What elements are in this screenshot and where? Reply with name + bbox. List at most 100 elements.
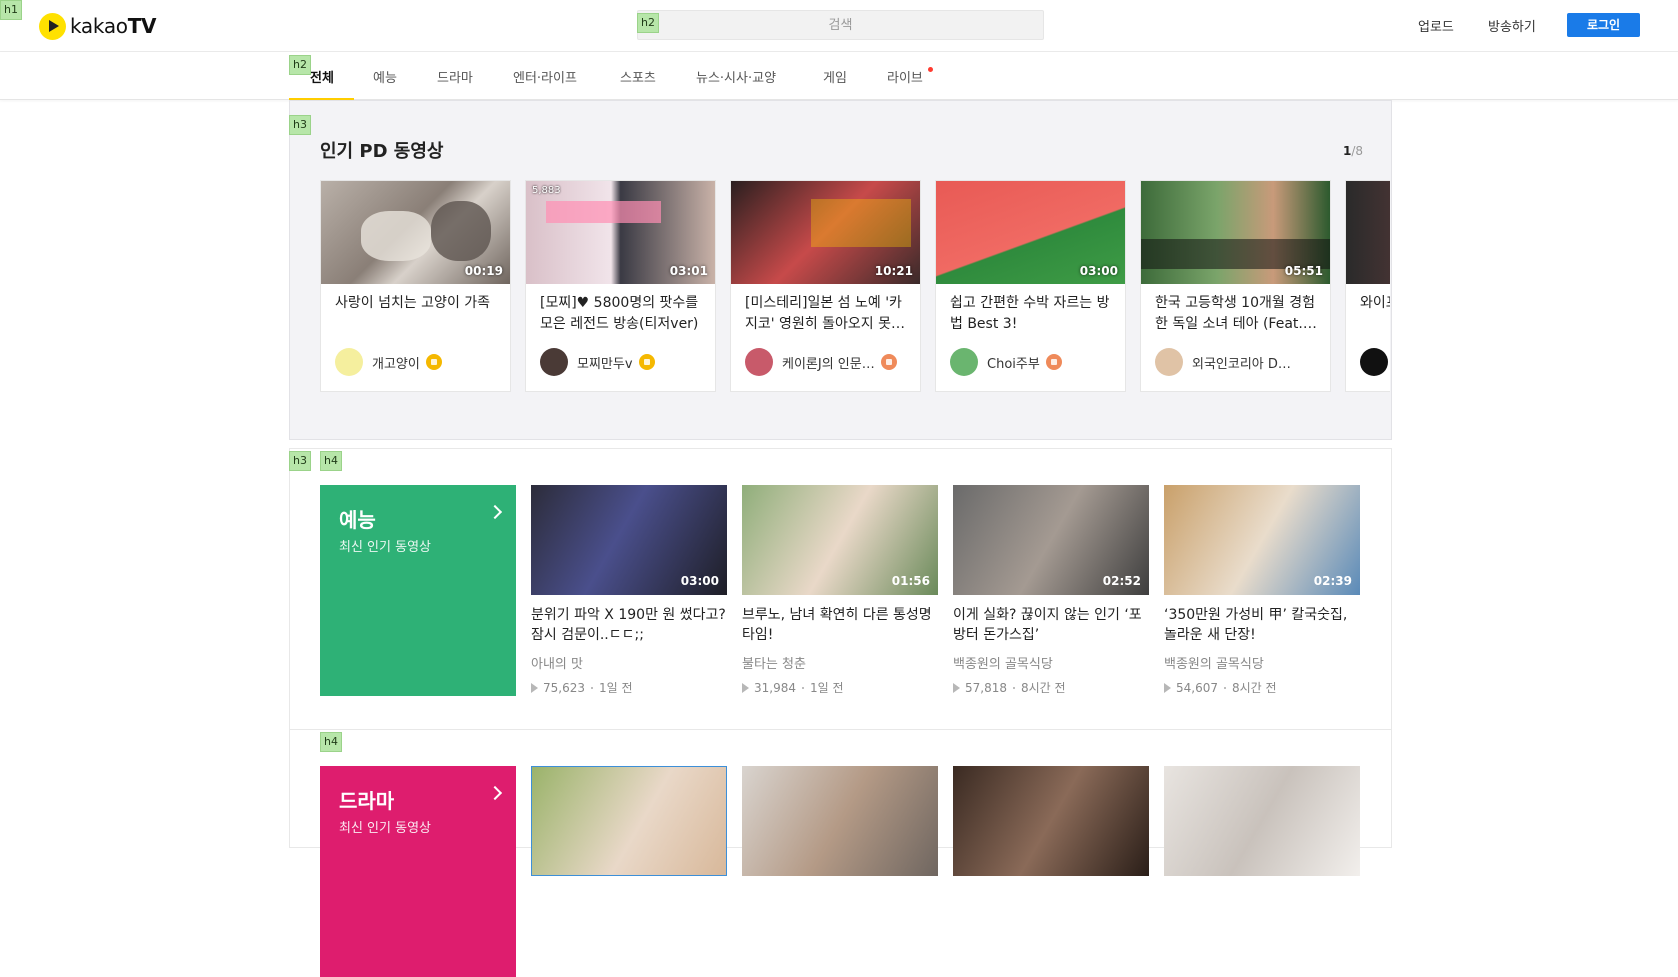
channel-row[interactable]: 외국인코리아 D… <box>1155 348 1320 376</box>
video-thumbnail[interactable]: 5,883 03:01 <box>526 181 715 284</box>
video-item[interactable]: 02:52 이게 실화? 끊이지 않는 인기 ‘포방터 돈가스집’ 백종원의 골… <box>953 485 1149 696</box>
video-title[interactable]: 한국 고등학생 10개월 경험한 독일 소녀 테아 (Feat.… <box>1155 293 1318 335</box>
channel-row[interactable] <box>1360 348 1390 376</box>
video-title[interactable]: 와이프 세계일… <box>1360 293 1390 314</box>
video-title[interactable]: 분위기 파악 X 190만 원 썼다고? 잠시 검문이..ㄷㄷ;; <box>531 605 727 645</box>
video-thumbnail[interactable]: 05:51 <box>1141 181 1330 284</box>
pd-video-card[interactable]: 10:21 [미스테리]일본 섬 노예 '카지코' 영원히 돌아오지 못… 케이… <box>730 180 921 392</box>
channel-avatar <box>335 348 363 376</box>
video-duration: 02:52 <box>1102 574 1141 588</box>
video-thumbnail[interactable] <box>1346 181 1390 284</box>
channel-avatar <box>1360 348 1388 376</box>
outline-tag-h4-drama: h4 <box>320 732 342 752</box>
pd-video-card[interactable]: 00:19 사랑이 넘치는 고양이 가족 개고양이 <box>320 180 511 392</box>
chevron-right-icon <box>487 504 503 520</box>
view-count-overlay: 5,883 <box>532 185 561 196</box>
drama-category-tile[interactable]: 드라마 최신 인기 동영상 <box>320 766 516 977</box>
video-thumbnail[interactable]: 03:00 <box>936 181 1125 284</box>
video-duration: 03:01 <box>669 264 708 278</box>
video-meta: 31,984 1일 전 <box>742 679 938 696</box>
outline-tag-h1: h1 <box>0 0 22 20</box>
video-thumbnail[interactable] <box>1164 766 1360 876</box>
broadcast-link[interactable]: 방송하기 <box>1488 16 1536 35</box>
video-thumbnail[interactable]: 00:19 <box>321 181 510 284</box>
video-item[interactable]: 01:56 브루노, 남녀 확연히 다른 통성명 타임! 불타는 청춘 31,9… <box>742 485 938 696</box>
play-count-icon <box>531 682 538 693</box>
video-duration: 01:56 <box>891 574 930 588</box>
category-title: 예능 <box>339 508 376 532</box>
channel-name: Choi주부 <box>987 356 1040 372</box>
channel-name: 케이론J의 인문… <box>782 356 875 372</box>
video-item[interactable] <box>953 766 1149 876</box>
video-thumbnail[interactable]: 03:00 <box>531 485 727 595</box>
video-item[interactable] <box>1164 766 1360 876</box>
video-title[interactable]: ‘350만원 가성비 甲’ 칼국숫집, 놀라운 새 단장! <box>1164 605 1360 645</box>
channel-name: 개고양이 <box>372 356 420 372</box>
kakaotv-logo[interactable]: kakaoTV <box>39 12 157 40</box>
play-count-icon <box>953 682 960 693</box>
channel-avatar <box>1155 348 1183 376</box>
category-title: 드라마 <box>339 789 395 813</box>
outline-tag-h3-section: h3 <box>289 451 311 471</box>
outline-tag-h3-pd: h3 <box>289 115 311 135</box>
video-item[interactable] <box>531 766 727 876</box>
bronze-badge-icon <box>880 354 897 370</box>
video-duration: 05:51 <box>1284 264 1323 278</box>
video-duration: 10:21 <box>874 264 913 278</box>
program-name[interactable]: 불타는 청춘 <box>742 653 938 672</box>
section-divider <box>289 729 1392 730</box>
video-thumbnail[interactable]: 02:52 <box>953 485 1149 595</box>
video-item[interactable]: 02:39 ‘350만원 가성비 甲’ 칼국숫집, 놀라운 새 단장! 백종원의… <box>1164 485 1360 696</box>
video-thumbnail[interactable] <box>742 766 938 876</box>
video-title[interactable]: 브루노, 남녀 확연히 다른 통성명 타임! <box>742 605 938 645</box>
video-title[interactable]: [미스테리]일본 섬 노예 '카지코' 영원히 돌아오지 못… <box>745 293 908 335</box>
login-button[interactable]: 로그인 <box>1567 13 1640 37</box>
logo-text: kakaoTV <box>70 14 157 38</box>
program-name[interactable]: 백종원의 골목식당 <box>953 653 1149 672</box>
channel-row[interactable]: 모찌만두v <box>540 348 705 376</box>
outline-tag-h2-nav: h2 <box>289 55 311 75</box>
star-badge-icon <box>425 354 442 370</box>
pd-video-card[interactable]: 5,883 03:01 [모찌]♥ 5800명의 팟수를 모은 레전드 방송(티… <box>525 180 716 392</box>
video-duration: 03:00 <box>1079 264 1118 278</box>
video-thumbnail[interactable]: 10:21 <box>731 181 920 284</box>
play-logo-icon <box>39 12 66 40</box>
video-duration: 03:00 <box>680 574 719 588</box>
video-item[interactable] <box>742 766 938 876</box>
outline-tag-h4-variety: h4 <box>320 451 342 471</box>
video-thumbnail[interactable] <box>531 766 727 876</box>
video-title[interactable]: 이게 실화? 끊이지 않는 인기 ‘포방터 돈가스집’ <box>953 605 1149 645</box>
outline-tag-h2-search: h2 <box>637 13 659 33</box>
pd-video-card[interactable]: 03:00 쉽고 간편한 수박 자르는 방법 Best 3! Choi주부 <box>935 180 1126 392</box>
video-duration: 00:19 <box>464 264 503 278</box>
pd-video-card[interactable]: 05:51 한국 고등학생 10개월 경험한 독일 소녀 테아 (Feat.… … <box>1140 180 1331 392</box>
video-meta: 54,607 8시간 전 <box>1164 679 1360 696</box>
video-thumbnail[interactable] <box>953 766 1149 876</box>
category-subtitle: 최신 인기 동영상 <box>339 540 431 555</box>
variety-category-tile[interactable]: 예능 최신 인기 동영상 <box>320 485 516 696</box>
bronze-badge-icon <box>1045 354 1062 370</box>
channel-row[interactable]: 케이론J의 인문… <box>745 348 910 376</box>
video-thumbnail[interactable]: 01:56 <box>742 485 938 595</box>
program-name[interactable]: 아내의 맛 <box>531 653 727 672</box>
video-title[interactable]: 사랑이 넘치는 고양이 가족 <box>335 293 498 314</box>
chevron-right-icon <box>487 785 503 801</box>
pd-video-card[interactable]: 와이프 세계일… <box>1345 180 1390 392</box>
video-duration: 02:39 <box>1313 574 1352 588</box>
channel-name: 모찌만두v <box>577 356 633 372</box>
video-item[interactable]: 03:00 분위기 파악 X 190만 원 썼다고? 잠시 검문이..ㄷㄷ;; … <box>531 485 727 696</box>
channel-avatar <box>950 348 978 376</box>
program-name[interactable]: 백종원의 골목식당 <box>1164 653 1360 672</box>
channel-avatar <box>540 348 568 376</box>
channel-row[interactable]: Choi주부 <box>950 348 1115 376</box>
play-count-icon <box>742 682 749 693</box>
channel-row[interactable]: 개고양이 <box>335 348 500 376</box>
video-meta: 57,818 8시간 전 <box>953 679 1149 696</box>
upload-link[interactable]: 업로드 <box>1418 16 1454 35</box>
play-count-icon <box>1164 682 1171 693</box>
video-title[interactable]: 쉽고 간편한 수박 자르는 방법 Best 3! <box>950 293 1113 335</box>
video-title[interactable]: [모찌]♥ 5800명의 팟수를 모은 레전드 방송(티저ver) <box>540 293 703 335</box>
channel-avatar <box>745 348 773 376</box>
channel-name: 외국인코리아 D… <box>1192 356 1291 372</box>
video-thumbnail[interactable]: 02:39 <box>1164 485 1360 595</box>
